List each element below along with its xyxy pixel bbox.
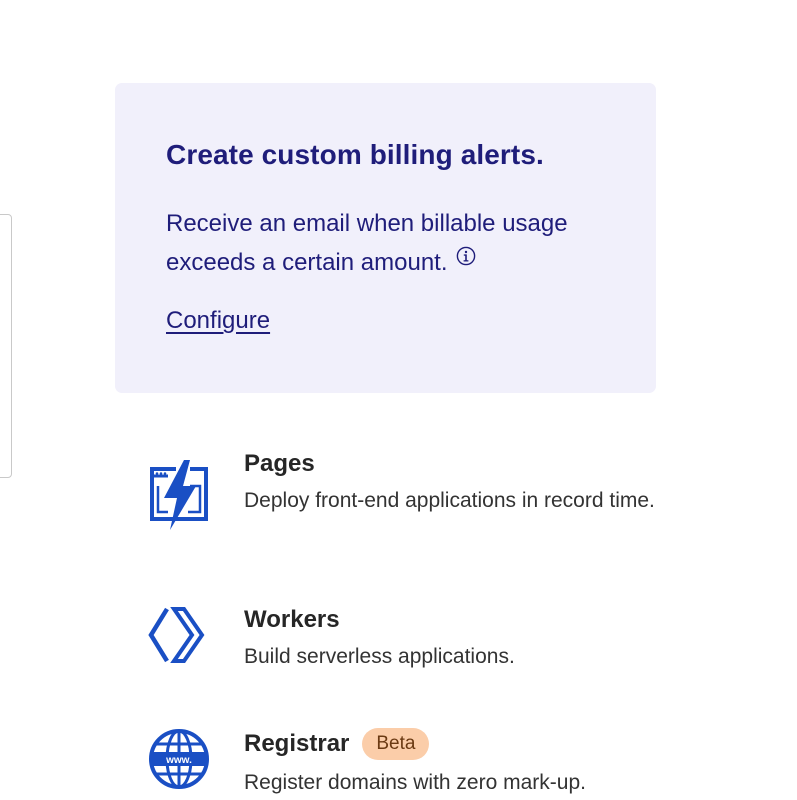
billing-alert-description: Receive an email when billable usage exc… — [166, 204, 636, 282]
billing-alert-card: Create custom billing alerts. Receive an… — [115, 83, 656, 393]
product-pages-name: Pages — [244, 450, 315, 477]
left-edge-panel — [0, 214, 12, 478]
product-pages-description: Deploy front-end applications in record … — [244, 489, 655, 512]
workers-chevrons-icon — [148, 607, 205, 663]
info-circle-icon[interactable] — [456, 246, 476, 266]
pages-lightning-icon — [150, 460, 208, 530]
product-workers-description: Build serverless applications. — [244, 645, 515, 668]
registrar-globe-icon: www. — [149, 729, 209, 789]
product-pages-text: Pages Deploy front-end applications in r… — [244, 450, 664, 518]
product-registrar-name-row: Registrar Beta — [244, 728, 664, 760]
configure-link[interactable]: Configure — [166, 307, 270, 335]
billing-alert-description-text: Receive an email when billable usage exc… — [166, 210, 568, 276]
page: Create custom billing alerts. Receive an… — [0, 0, 797, 800]
svg-text:www.: www. — [165, 755, 192, 766]
beta-badge: Beta — [362, 728, 430, 760]
product-registrar-name: Registrar — [244, 730, 350, 757]
product-registrar-text: Registrar Beta Register domains with zer… — [244, 728, 664, 800]
billing-alert-title: Create custom billing alerts. — [166, 139, 544, 170]
product-workers-name: Workers — [244, 606, 340, 633]
product-registrar-description: Register domains with zero mark-up. — [244, 771, 586, 794]
product-workers-text: Workers Build serverless applications. — [244, 606, 664, 674]
